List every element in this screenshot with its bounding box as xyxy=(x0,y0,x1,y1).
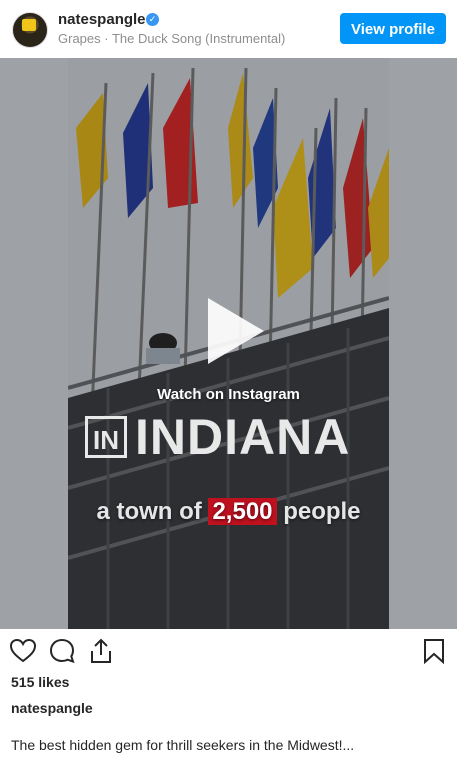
heart-icon[interactable] xyxy=(9,637,37,665)
indiana-logo: IN INDIANA xyxy=(85,408,375,468)
view-profile-button[interactable]: View profile xyxy=(340,13,446,44)
indiana-mark: IN xyxy=(85,416,127,458)
verified-badge-icon: ✓ xyxy=(146,13,159,26)
video-caption-overlay: a town of 2,500 people xyxy=(0,498,457,526)
town-suffix: people xyxy=(283,498,361,525)
video-player[interactable]: Watch on Instagram IN INDIANA a town of … xyxy=(0,58,457,629)
town-prefix: a town of xyxy=(96,498,202,525)
comment-icon[interactable] xyxy=(48,637,76,665)
post-caption: The best hidden gem for thrill seekers i… xyxy=(11,737,355,753)
likes-count[interactable]: 515 likes xyxy=(11,674,69,690)
town-number: 2,500 xyxy=(208,498,277,525)
action-bar xyxy=(0,629,457,673)
post-header: natespangle ✓ Grapes · The Duck Song (In… xyxy=(0,0,457,58)
song-info[interactable]: Grapes · The Duck Song (Instrumental) xyxy=(58,31,285,46)
username[interactable]: natespangle xyxy=(58,11,146,28)
avatar[interactable] xyxy=(12,12,48,48)
play-icon[interactable] xyxy=(198,296,268,366)
bookmark-icon[interactable] xyxy=(420,637,448,665)
watch-on-instagram-link[interactable]: Watch on Instagram xyxy=(0,386,457,403)
share-icon[interactable] xyxy=(87,637,115,665)
post-owner[interactable]: natespangle xyxy=(11,700,93,716)
indiana-text: INDIANA xyxy=(135,409,351,465)
